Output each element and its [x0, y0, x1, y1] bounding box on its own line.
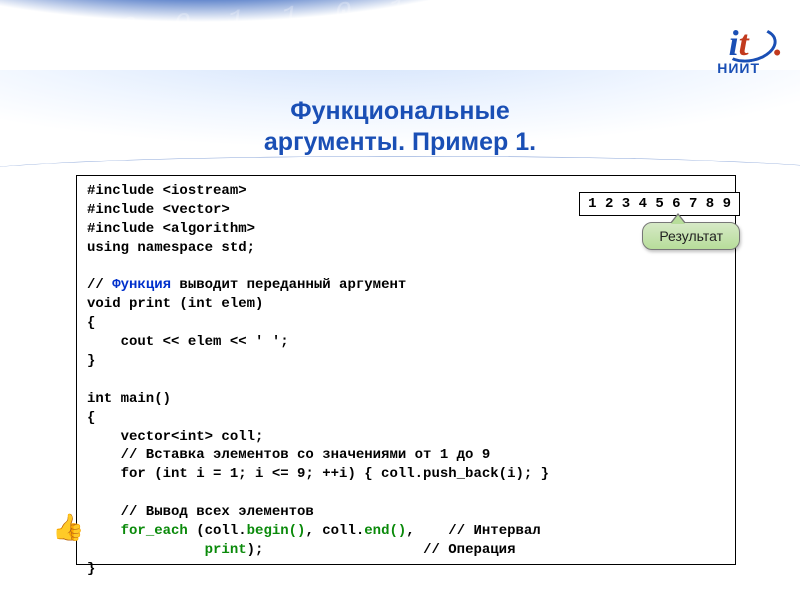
result-label: Результат: [642, 222, 740, 250]
logo-it: it: [729, 22, 749, 64]
code-l3: #include <algorithm>: [87, 221, 255, 237]
code-l16b: for_each: [121, 523, 188, 539]
code-l5-pre: //: [87, 277, 112, 293]
code-l4: using namespace std;: [87, 240, 255, 256]
result-callout: Результат: [642, 222, 740, 250]
code-l5-hi: Функция: [112, 277, 171, 293]
code-l6: void print (int elem): [87, 296, 263, 312]
code-l16d: begin(): [247, 523, 306, 539]
code-l14: for (int i = 1; i <= 9; ++i) { coll.push…: [87, 466, 549, 482]
output-box: 1 2 3 4 5 6 7 8 9: [579, 192, 740, 216]
output-text: 1 2 3 4 5 6 7 8 9: [588, 196, 731, 212]
code-l16f: end(): [364, 523, 406, 539]
code-l15: // Вывод всех элементов: [87, 504, 314, 520]
code-l7: {: [87, 315, 95, 331]
code-l2: #include <vector>: [87, 202, 230, 218]
title-line-2: аргументы. Пример 1.: [0, 127, 800, 158]
thumbs-up-icon: 👍: [52, 512, 84, 543]
code-l16e: , coll.: [305, 523, 364, 539]
title-line-1: Функциональные: [0, 96, 800, 127]
code-l5-post: выводит переданный аргумент: [171, 277, 406, 293]
code-l17c: ); // Операция: [247, 542, 516, 558]
code-l16c: (coll.: [188, 523, 247, 539]
code-l10: int main(): [87, 391, 171, 407]
code-l17b: print: [205, 542, 247, 558]
code-l11: {: [87, 410, 95, 426]
code-l17a: [87, 542, 205, 558]
code-l16a: [87, 523, 121, 539]
code-l12: vector<int> coll;: [87, 429, 263, 445]
code-listing: #include <iostream> #include <vector> #i…: [76, 175, 736, 565]
code-l8: cout << elem << ' ';: [87, 334, 289, 350]
code-l13: // Вставка элементов со значениями от 1 …: [87, 447, 490, 463]
code-l1: #include <iostream>: [87, 183, 247, 199]
code-l9: }: [87, 353, 95, 369]
code-l18: }: [87, 561, 95, 577]
logo: it НИИТ: [717, 22, 760, 76]
code-l16g: , // Интервал: [406, 523, 540, 539]
page-title: Функциональные аргументы. Пример 1.: [0, 96, 800, 159]
